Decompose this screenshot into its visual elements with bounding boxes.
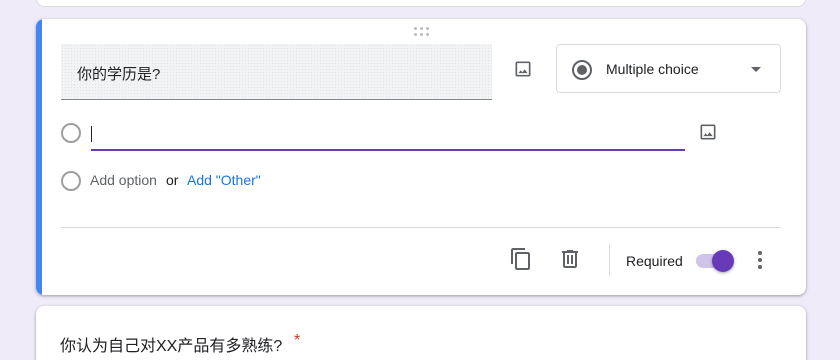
footer-divider: [61, 227, 781, 228]
duplicate-button[interactable]: [509, 247, 533, 271]
image-icon: [700, 124, 716, 140]
required-toggle[interactable]: [696, 249, 734, 273]
question-type-label: Multiple choice: [606, 61, 699, 77]
next-question-title: 你认为自己对XX产品有多熟练?: [60, 338, 283, 355]
text-cursor: [91, 126, 92, 142]
option-input[interactable]: [91, 121, 685, 151]
active-card-indicator: [36, 19, 42, 295]
question-title-text[interactable]: 你的学历是?: [77, 63, 160, 84]
toggle-thumb: [712, 250, 734, 272]
delete-icon: [562, 250, 578, 268]
next-question-card[interactable]: 你认为自己对XX产品有多熟练? *: [36, 306, 806, 360]
footer-vertical-divider: [609, 244, 610, 276]
add-option-button[interactable]: Add option: [90, 172, 157, 188]
add-other-button[interactable]: Add "Other": [187, 172, 261, 188]
option-radio: [61, 123, 81, 143]
previous-question-card[interactable]: [36, 0, 806, 7]
image-icon: [515, 61, 531, 77]
question-type-dropdown[interactable]: Multiple choice: [556, 44, 781, 93]
content-copy-icon: [511, 248, 530, 270]
drag-handle-icon[interactable]: [414, 27, 430, 37]
required-asterisk: *: [294, 332, 301, 349]
radio-button-checked-icon: [572, 60, 592, 80]
arrow-drop-down-icon: [751, 67, 761, 72]
question-card[interactable]: 你的学历是? Multiple choice Add option or Add…: [36, 19, 806, 295]
more-options-button[interactable]: [748, 248, 772, 272]
or-label: or: [166, 172, 179, 188]
question-title-field[interactable]: 你的学历是?: [61, 44, 492, 100]
delete-button[interactable]: [558, 247, 582, 271]
add-image-button[interactable]: [511, 57, 535, 81]
required-label: Required: [626, 253, 683, 269]
option-add-image-button[interactable]: [696, 120, 720, 144]
more-vert-icon: [758, 251, 762, 255]
add-option-radio: [61, 171, 81, 191]
